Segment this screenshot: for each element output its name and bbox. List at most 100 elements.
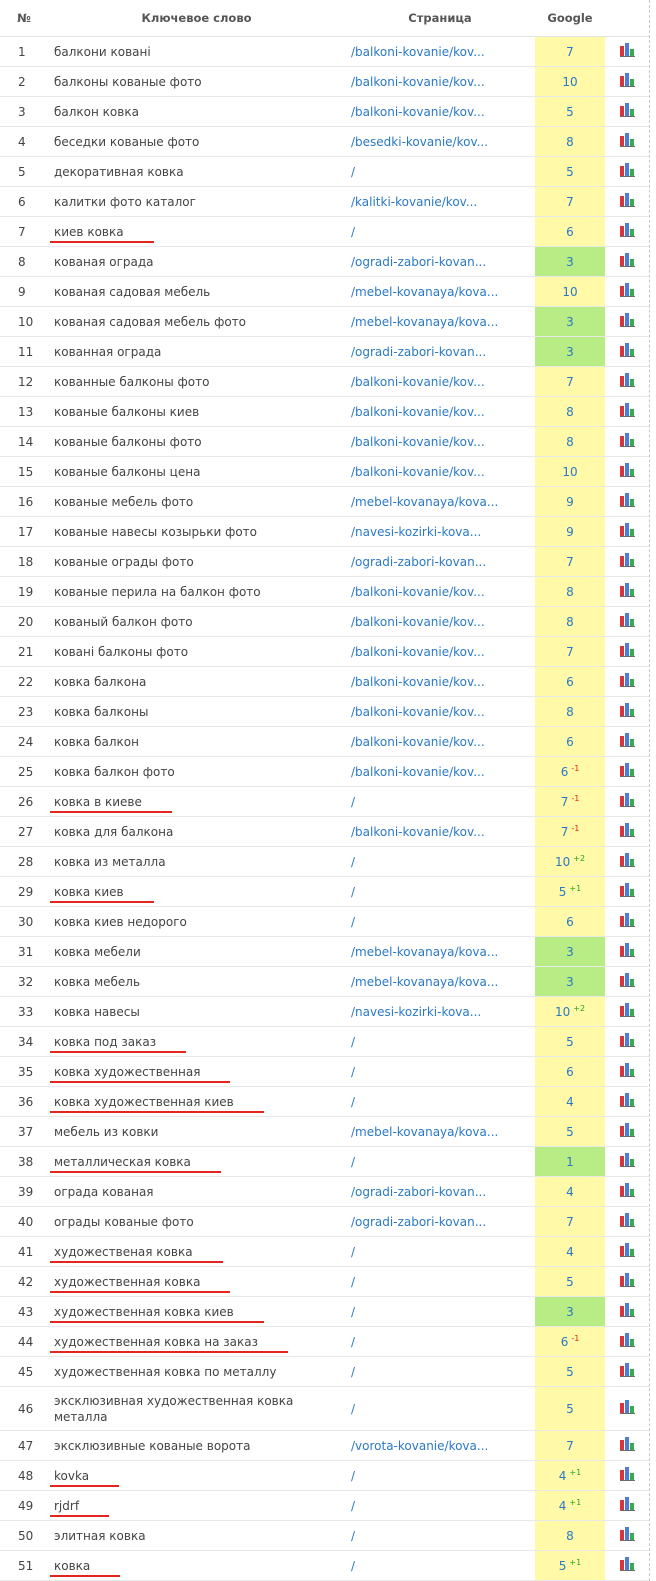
page-link[interactable]: / xyxy=(345,1490,535,1521)
column-header-keyword[interactable]: Ключевое слово xyxy=(48,0,345,37)
bar-chart-icon[interactable] xyxy=(619,163,636,177)
history-chart-button[interactable] xyxy=(605,1146,650,1177)
page-link[interactable]: /ogradi-zabori-kovan... xyxy=(345,1176,535,1207)
history-chart-button[interactable] xyxy=(605,936,650,967)
bar-chart-icon[interactable] xyxy=(619,133,636,147)
bar-chart-icon[interactable] xyxy=(619,373,636,387)
history-chart-button[interactable] xyxy=(605,1026,650,1057)
page-link[interactable]: / xyxy=(345,786,535,817)
history-chart-button[interactable] xyxy=(605,1386,650,1431)
history-chart-button[interactable] xyxy=(605,546,650,577)
page-link[interactable]: /mebel-kovanaya/kova... xyxy=(345,966,535,997)
history-chart-button[interactable] xyxy=(605,366,650,397)
page-link[interactable]: /balkoni-kovanie/kov... xyxy=(345,396,535,427)
page-link[interactable]: /ogradi-zabori-kovan... xyxy=(345,1206,535,1237)
page-link[interactable]: /balkoni-kovanie/kov... xyxy=(345,726,535,757)
page-link[interactable]: /mebel-kovanaya/kova... xyxy=(345,486,535,517)
bar-chart-icon[interactable] xyxy=(619,313,636,327)
history-chart-button[interactable] xyxy=(605,1550,650,1581)
history-chart-button[interactable] xyxy=(605,516,650,547)
page-link[interactable]: /mebel-kovanaya/kova... xyxy=(345,936,535,967)
page-link[interactable]: /balkoni-kovanie/kov... xyxy=(345,816,535,847)
column-header-google[interactable]: Google xyxy=(535,0,605,37)
page-link[interactable]: / xyxy=(345,876,535,907)
bar-chart-icon[interactable] xyxy=(619,1557,636,1571)
bar-chart-icon[interactable] xyxy=(619,1437,636,1451)
page-link[interactable]: / xyxy=(345,1086,535,1117)
history-chart-button[interactable] xyxy=(605,156,650,187)
page-link[interactable]: / xyxy=(345,156,535,187)
page-link[interactable]: /kalitki-kovanie/kov... xyxy=(345,186,535,217)
page-link[interactable]: / xyxy=(345,1026,535,1057)
history-chart-button[interactable] xyxy=(605,96,650,127)
history-chart-button[interactable] xyxy=(605,336,650,367)
history-chart-button[interactable] xyxy=(605,996,650,1027)
history-chart-button[interactable] xyxy=(605,1356,650,1387)
page-link[interactable]: /balkoni-kovanie/kov... xyxy=(345,576,535,607)
page-link[interactable]: /balkoni-kovanie/kov... xyxy=(345,696,535,727)
bar-chart-icon[interactable] xyxy=(619,433,636,447)
history-chart-button[interactable] xyxy=(605,876,650,907)
history-chart-button[interactable] xyxy=(605,1430,650,1461)
bar-chart-icon[interactable] xyxy=(619,973,636,987)
history-chart-button[interactable] xyxy=(605,276,650,307)
history-chart-button[interactable] xyxy=(605,966,650,997)
bar-chart-icon[interactable] xyxy=(619,403,636,417)
page-link[interactable]: /mebel-kovanaya/kova... xyxy=(345,306,535,337)
page-link[interactable]: / xyxy=(345,1146,535,1177)
history-chart-button[interactable] xyxy=(605,246,650,277)
bar-chart-icon[interactable] xyxy=(619,823,636,837)
history-chart-button[interactable] xyxy=(605,1266,650,1297)
bar-chart-icon[interactable] xyxy=(619,643,636,657)
bar-chart-icon[interactable] xyxy=(619,583,636,597)
history-chart-button[interactable] xyxy=(605,486,650,517)
history-chart-button[interactable] xyxy=(605,666,650,697)
bar-chart-icon[interactable] xyxy=(619,223,636,237)
bar-chart-icon[interactable] xyxy=(619,463,636,477)
bar-chart-icon[interactable] xyxy=(619,1093,636,1107)
bar-chart-icon[interactable] xyxy=(619,1243,636,1257)
history-chart-button[interactable] xyxy=(605,1460,650,1491)
page-link[interactable]: /balkoni-kovanie/kov... xyxy=(345,636,535,667)
page-link[interactable]: /ogradi-zabori-kovan... xyxy=(345,246,535,277)
bar-chart-icon[interactable] xyxy=(619,73,636,87)
history-chart-button[interactable] xyxy=(605,606,650,637)
page-link[interactable]: /vorota-kovanie/kova... xyxy=(345,1430,535,1461)
bar-chart-icon[interactable] xyxy=(619,43,636,57)
bar-chart-icon[interactable] xyxy=(619,793,636,807)
page-link[interactable]: / xyxy=(345,906,535,937)
bar-chart-icon[interactable] xyxy=(619,343,636,357)
history-chart-button[interactable] xyxy=(605,1490,650,1521)
bar-chart-icon[interactable] xyxy=(619,1333,636,1347)
page-link[interactable]: /balkoni-kovanie/kov... xyxy=(345,96,535,127)
page-link[interactable]: / xyxy=(345,1236,535,1267)
bar-chart-icon[interactable] xyxy=(619,943,636,957)
bar-chart-icon[interactable] xyxy=(619,103,636,117)
history-chart-button[interactable] xyxy=(605,1326,650,1357)
bar-chart-icon[interactable] xyxy=(619,1400,636,1414)
page-link[interactable]: / xyxy=(345,216,535,247)
bar-chart-icon[interactable] xyxy=(619,493,636,507)
history-chart-button[interactable] xyxy=(605,1296,650,1327)
history-chart-button[interactable] xyxy=(605,66,650,97)
bar-chart-icon[interactable] xyxy=(619,1303,636,1317)
page-link[interactable]: / xyxy=(345,1326,535,1357)
page-link[interactable]: / xyxy=(345,846,535,877)
page-link[interactable]: / xyxy=(345,1386,535,1431)
bar-chart-icon[interactable] xyxy=(619,883,636,897)
history-chart-button[interactable] xyxy=(605,636,650,667)
page-link[interactable]: / xyxy=(345,1266,535,1297)
history-chart-button[interactable] xyxy=(605,816,650,847)
page-link[interactable]: /ogradi-zabori-kovan... xyxy=(345,336,535,367)
history-chart-button[interactable] xyxy=(605,756,650,787)
page-link[interactable]: /balkoni-kovanie/kov... xyxy=(345,66,535,97)
history-chart-button[interactable] xyxy=(605,1206,650,1237)
history-chart-button[interactable] xyxy=(605,126,650,157)
page-link[interactable]: / xyxy=(345,1356,535,1387)
page-link[interactable]: /balkoni-kovanie/kov... xyxy=(345,456,535,487)
bar-chart-icon[interactable] xyxy=(619,853,636,867)
history-chart-button[interactable] xyxy=(605,1176,650,1207)
history-chart-button[interactable] xyxy=(605,1236,650,1267)
history-chart-button[interactable] xyxy=(605,846,650,877)
bar-chart-icon[interactable] xyxy=(619,1213,636,1227)
